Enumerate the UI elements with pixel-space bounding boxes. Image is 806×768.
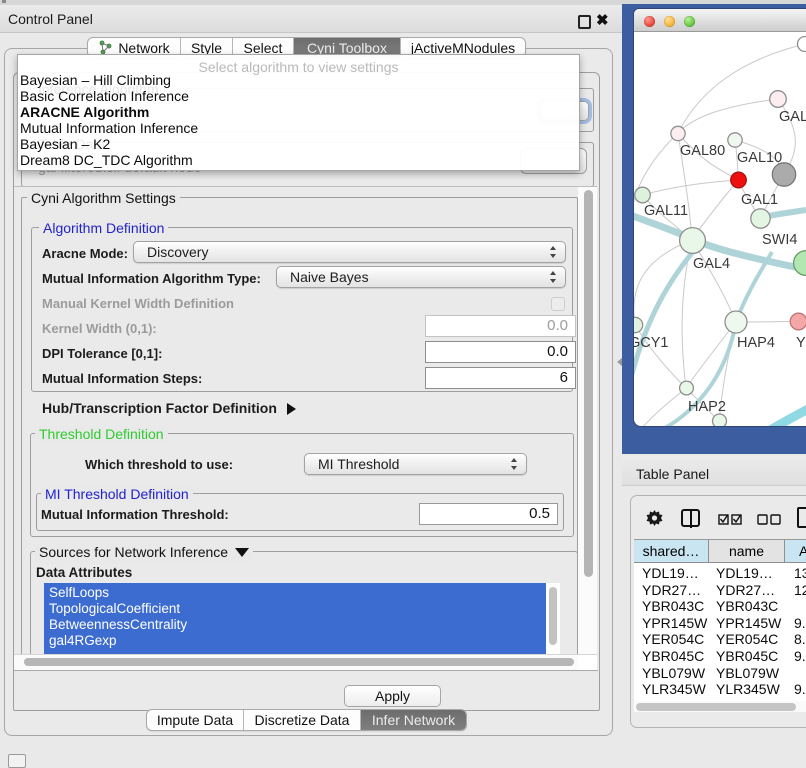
svg-text:GAL7: GAL7 — [779, 109, 806, 125]
svg-text:GAL10: GAL10 — [737, 150, 782, 166]
svg-text:GAL80: GAL80 — [680, 143, 725, 159]
svg-text:HAP2: HAP2 — [688, 399, 726, 415]
svg-text:HAP4: HAP4 — [737, 335, 775, 351]
svg-text:GAL4: GAL4 — [693, 256, 730, 272]
svg-text:SWI4: SWI4 — [762, 232, 797, 248]
svg-text:GCY1: GCY1 — [634, 335, 669, 351]
svg-text:GAL11: GAL11 — [644, 203, 688, 219]
svg-text:YM: YM — [796, 335, 806, 351]
svg-text:GAL1: GAL1 — [741, 192, 778, 208]
